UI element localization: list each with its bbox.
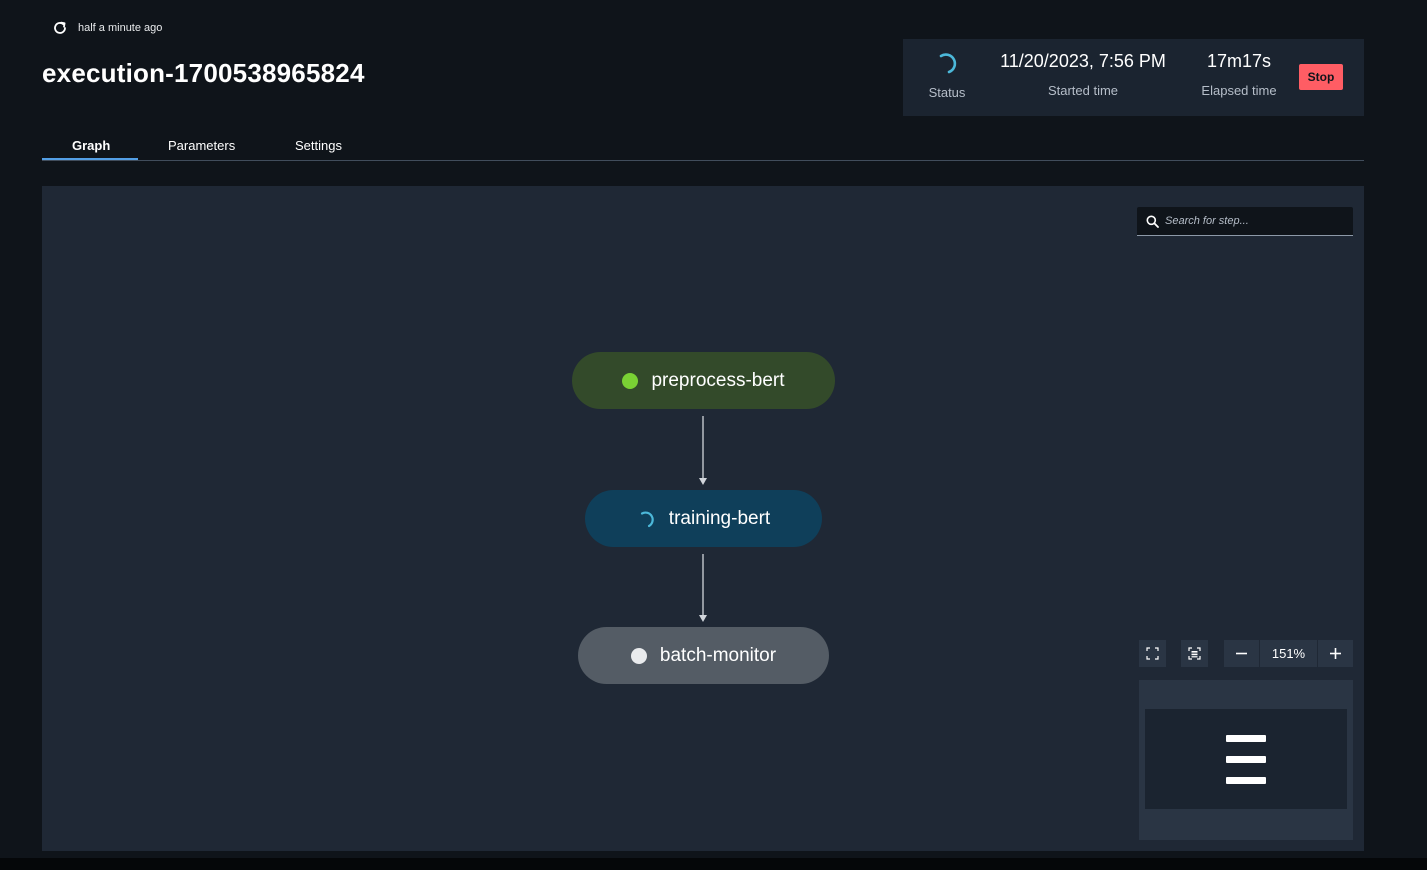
refresh-icon[interactable]: [52, 20, 68, 36]
graph-canvas[interactable]: preprocess-bert training-bert batch-moni…: [42, 186, 1364, 851]
started-time-label: Started time: [1047, 83, 1119, 98]
refresh-row: half a minute ago: [52, 20, 162, 36]
fit-to-screen-icon: [1188, 647, 1201, 660]
elapsed-time-label: Elapsed time: [1201, 83, 1277, 98]
tab-parameters[interactable]: Parameters: [168, 138, 235, 153]
last-refreshed-text: half a minute ago: [78, 22, 163, 34]
minimap-node: [1226, 756, 1266, 763]
zoom-controls: 151%: [1224, 640, 1353, 667]
spinner-icon: [637, 509, 657, 529]
zoom-in-button[interactable]: [1318, 640, 1353, 667]
node-label: training-bert: [668, 507, 771, 529]
bottom-edge: [0, 858, 1427, 870]
status-cell: Status: [921, 51, 973, 100]
started-time-cell: 11/20/2023, 7:56 PM Started time: [987, 49, 1179, 98]
succeeded-status-icon: [622, 372, 639, 389]
fullscreen-icon: [1146, 647, 1159, 660]
tab-settings[interactable]: Settings: [295, 138, 342, 153]
edge-arrowhead: [699, 615, 707, 622]
zoom-out-button[interactable]: [1224, 640, 1259, 667]
zoom-level: 151%: [1259, 640, 1318, 667]
started-time-value: 11/20/2023, 7:56 PM: [1000, 51, 1166, 71]
status-panel: Status 11/20/2023, 7:56 PM Started time …: [903, 39, 1364, 116]
minimap-node: [1226, 735, 1266, 742]
fit-to-screen-button[interactable]: [1181, 640, 1208, 667]
stop-button[interactable]: Stop: [1299, 64, 1343, 90]
pending-status-icon: [630, 647, 647, 664]
node-label: preprocess-bert: [651, 369, 785, 391]
graph-node-training-bert[interactable]: training-bert: [585, 490, 822, 547]
minimap-node: [1226, 777, 1266, 784]
execution-page: half a minute ago execution-170053896582…: [0, 0, 1427, 858]
graph-node-batch-monitor[interactable]: batch-monitor: [578, 627, 829, 684]
graph-node-preprocess-bert[interactable]: preprocess-bert: [572, 352, 835, 409]
status-label: Status: [928, 85, 966, 100]
elapsed-time-value: 17m17s: [1206, 51, 1272, 71]
zoom-in-icon: [1329, 648, 1341, 659]
minimap[interactable]: [1139, 680, 1353, 840]
zoom-out-icon: [1236, 652, 1248, 655]
edge-arrowhead: [699, 478, 707, 485]
elapsed-time-cell: 17m17s Elapsed time: [1193, 49, 1285, 98]
minimap-viewport[interactable]: [1145, 709, 1347, 809]
active-tab-indicator: [42, 158, 138, 160]
fullscreen-button[interactable]: [1139, 640, 1166, 667]
node-label: batch-monitor: [659, 644, 777, 666]
tab-bar: Graph Parameters Settings: [42, 130, 1364, 161]
spinner-icon: [935, 51, 959, 75]
page-title: execution-1700538965824: [42, 58, 365, 88]
tab-graph[interactable]: Graph: [72, 138, 110, 153]
